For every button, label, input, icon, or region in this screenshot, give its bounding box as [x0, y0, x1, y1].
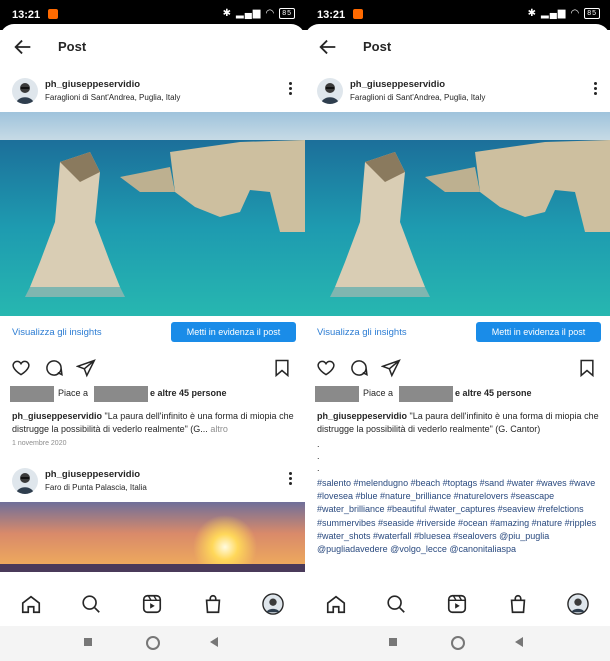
bluetooth-icon: ✱ — [222, 8, 232, 19]
likes-row: Piace a e altre 45 persone — [0, 386, 305, 402]
dot: . — [317, 439, 320, 449]
next-post-photo[interactable] — [0, 502, 305, 572]
post-header: ph_giuseppeservidio Faraglioni di Sant'A… — [0, 74, 305, 112]
home-button[interactable] — [451, 636, 465, 650]
post-location[interactable]: Faraglioni di Sant'Andrea, Puglia, Italy — [350, 93, 485, 102]
next-post-location[interactable]: Faro di Punta Palascia, Italia — [45, 483, 147, 492]
phone-screen-right: 13:21 ✱ ▂▄▆ ◠ 85 Post ph_giuseppeservidi… — [305, 0, 610, 661]
shop-icon[interactable] — [202, 593, 224, 615]
phone-screen-left: 13:21 ✱ ▂▄▆ ◠ 85 Post ph_giuseppeservidi… — [0, 0, 305, 661]
more-vertical-icon[interactable] — [287, 81, 293, 99]
home-icon[interactable] — [325, 593, 347, 615]
insights-bar: Visualizza gli insights Metti in evidenz… — [305, 317, 610, 351]
page-title: Post — [363, 39, 392, 54]
post-photo[interactable] — [0, 112, 305, 316]
caption-username[interactable]: ph_giuseppeservidio — [317, 411, 407, 421]
bottom-nav — [305, 582, 610, 626]
view-insights-link[interactable]: Visualizza gli insights — [12, 327, 102, 338]
heart-icon[interactable] — [11, 358, 31, 378]
post-caption: ph_giuseppeservidio "La paura dell'infin… — [317, 410, 602, 436]
heart-icon[interactable] — [316, 358, 336, 378]
comment-icon[interactable] — [349, 358, 369, 378]
wifi-icon: ◠ — [265, 8, 276, 19]
shop-icon[interactable] — [507, 593, 529, 615]
redacted-user-block — [315, 386, 359, 402]
avatar[interactable] — [317, 78, 343, 104]
post-username[interactable]: ph_giuseppeservidio — [45, 79, 140, 90]
signal-icon: ▂▄▆ — [236, 8, 262, 19]
more-vertical-icon[interactable] — [592, 81, 598, 99]
app-screen: Post ph_giuseppeservidio Faraglioni di S… — [0, 24, 305, 661]
dot: . — [317, 451, 320, 461]
likes-row: Piace a e altre 45 persone — [305, 386, 610, 402]
promote-post-button[interactable]: Metti in evidenza il post — [171, 322, 296, 342]
signal-icon: ▂▄▆ — [541, 8, 567, 19]
arrow-left-icon[interactable] — [317, 36, 339, 58]
reels-icon[interactable] — [141, 593, 163, 615]
likes-prefix: Piace a — [363, 388, 394, 398]
recents-button[interactable] — [389, 638, 397, 646]
status-icons: ✱ ▂▄▆ ◠ 85 — [223, 8, 295, 19]
bluetooth-icon: ✱ — [527, 8, 537, 19]
caption-username[interactable]: ph_giuseppeservidio — [12, 411, 102, 421]
status-time: 13:21 — [317, 9, 346, 21]
profile-avatar-icon[interactable] — [567, 593, 589, 615]
likes-count-link[interactable]: e altre 45 persone — [150, 388, 227, 398]
status-icons: ✱ ▂▄▆ ◠ 85 — [528, 8, 600, 19]
profile-avatar-icon[interactable] — [262, 593, 284, 615]
notification-icon — [48, 9, 58, 19]
redacted-user-block — [399, 386, 453, 402]
post-caption: ph_giuseppeservidio "La paura dell'infin… — [12, 410, 297, 436]
system-nav-bar — [0, 626, 305, 661]
send-icon[interactable] — [76, 358, 96, 378]
promote-post-button[interactable]: Metti in evidenza il post — [476, 322, 601, 342]
post-header: ph_giuseppeservidio Faraglioni di Sant'A… — [305, 74, 610, 112]
likes-prefix: Piace a — [58, 388, 89, 398]
status-time: 13:21 — [12, 9, 41, 21]
search-icon[interactable] — [385, 593, 407, 615]
home-button[interactable] — [146, 636, 160, 650]
top-bar: Post — [0, 24, 305, 70]
page-title: Post — [58, 39, 87, 54]
post-photo[interactable] — [305, 112, 610, 316]
arrow-left-icon[interactable] — [12, 36, 34, 58]
insights-bar: Visualizza gli insights Metti in evidenz… — [0, 317, 305, 351]
notification-icon — [353, 9, 363, 19]
likes-count-link[interactable]: e altre 45 persone — [455, 388, 532, 398]
action-bar — [305, 356, 610, 380]
bottom-nav — [0, 582, 305, 626]
system-nav-bar — [305, 626, 610, 661]
redacted-user-block — [94, 386, 148, 402]
recents-button[interactable] — [84, 638, 92, 646]
post-username[interactable]: ph_giuseppeservidio — [350, 79, 445, 90]
wifi-icon: ◠ — [570, 8, 581, 19]
comment-icon[interactable] — [44, 358, 64, 378]
next-post-username[interactable]: ph_giuseppeservidio — [45, 469, 140, 480]
caption-separator-dots: . . . — [317, 438, 320, 474]
view-insights-link[interactable]: Visualizza gli insights — [317, 327, 407, 338]
bookmark-icon[interactable] — [577, 358, 597, 378]
home-icon[interactable] — [20, 593, 42, 615]
back-button[interactable] — [210, 637, 218, 647]
redacted-user-block — [10, 386, 54, 402]
avatar[interactable] — [12, 468, 38, 494]
action-bar — [0, 356, 305, 380]
top-bar: Post — [305, 24, 610, 70]
app-screen: Post ph_giuseppeservidio Faraglioni di S… — [305, 24, 610, 661]
send-icon[interactable] — [381, 358, 401, 378]
post-date: 1 novembre 2020 — [12, 440, 67, 447]
post-location[interactable]: Faraglioni di Sant'Andrea, Puglia, Italy — [45, 93, 180, 102]
reels-icon[interactable] — [446, 593, 468, 615]
back-button[interactable] — [515, 637, 523, 647]
battery-icon: 85 — [279, 8, 295, 19]
bookmark-icon[interactable] — [272, 358, 292, 378]
caption-more-link[interactable]: altro — [210, 424, 228, 434]
next-post-header: ph_giuseppeservidio Faro di Punta Palasc… — [0, 464, 305, 502]
dot: . — [317, 463, 320, 473]
battery-icon: 85 — [584, 8, 600, 19]
avatar[interactable] — [12, 78, 38, 104]
search-icon[interactable] — [80, 593, 102, 615]
caption-hashtags[interactable]: #salento #melendugno #beach #toptags #sa… — [317, 477, 607, 556]
more-vertical-icon[interactable] — [287, 471, 293, 489]
